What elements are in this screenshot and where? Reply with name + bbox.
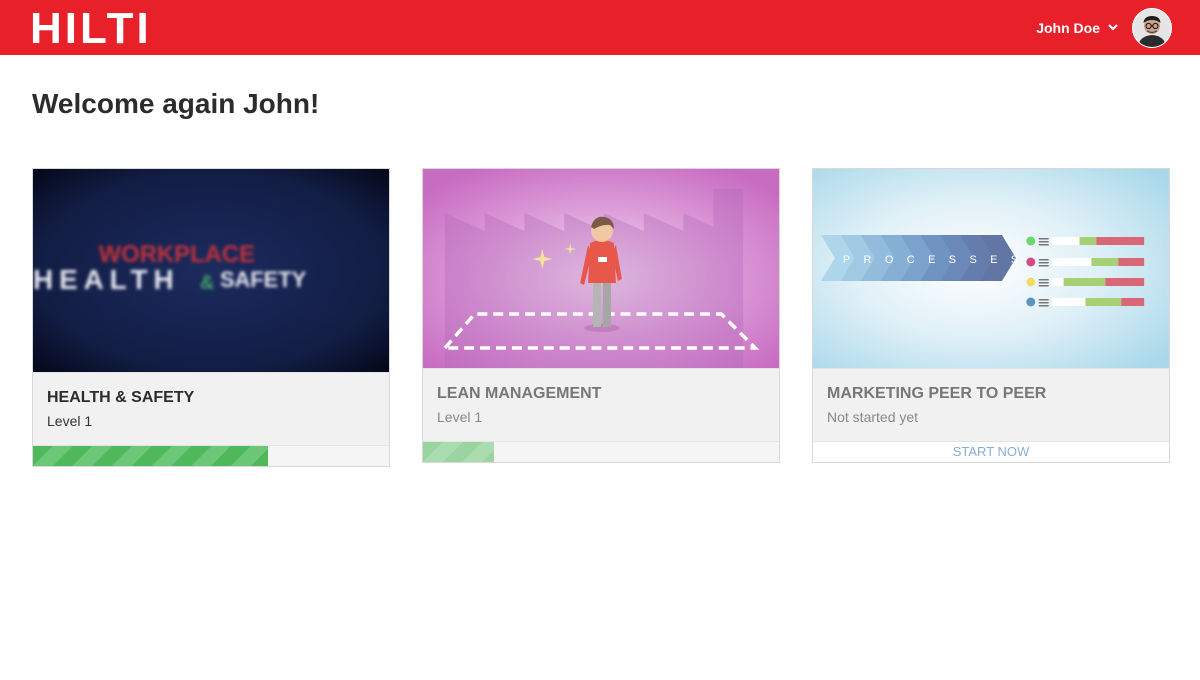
thumb-word-safety: SAFETY <box>220 267 307 292</box>
progress-fill <box>33 446 268 466</box>
course-level: Level 1 <box>437 409 483 425</box>
course-info: HEALTH & SAFETY Level 1 <box>33 372 389 445</box>
process-arrows: PROCESSES <box>820 235 1032 281</box>
course-level: Level 1 <box>47 413 93 429</box>
hilti-logo[interactable]: HILTI <box>30 8 280 48</box>
course-info: MARKETING PEER TO PEER Not started yet <box>813 368 1169 441</box>
progress-bar <box>33 445 389 466</box>
start-now-button[interactable]: START NOW <box>813 441 1169 462</box>
thumb-word-amp: & <box>200 272 214 294</box>
course-card-lean-management[interactable]: LEAN MANAGEMENT Level 1 <box>422 168 780 463</box>
lean-management-thumbnail[interactable] <box>423 169 779 368</box>
welcome-heading: Welcome again John! <box>32 88 320 119</box>
thumb-word-health: HEALTH <box>33 264 180 295</box>
avatar[interactable] <box>1132 7 1172 48</box>
top-bar: HILTI John Doe <box>0 0 1200 55</box>
progress-fill <box>423 442 495 462</box>
progress-bar <box>423 441 779 462</box>
processes-text: PROCESSES <box>843 254 1032 266</box>
chevron-down-icon[interactable] <box>1108 23 1118 32</box>
marketing-thumbnail[interactable]: PROCESSES <box>813 169 1169 368</box>
course-title[interactable]: LEAN MANAGEMENT <box>437 385 765 403</box>
brand-text: HILTI <box>30 8 152 48</box>
user-menu[interactable]: John Doe <box>1036 0 1200 55</box>
course-card-health-safety[interactable]: WORKPLACE HEALTH & SAFETY HEALTH & SAFET… <box>32 168 390 467</box>
course-info: LEAN MANAGEMENT Level 1 <box>423 368 779 441</box>
course-title[interactable]: HEALTH & SAFETY <box>47 389 375 407</box>
course-card-marketing-peer-to-peer[interactable]: PROCESSES MARKETING PEER TO PEER Not sta… <box>812 168 1170 463</box>
course-status: Not started yet <box>827 409 919 425</box>
course-title[interactable]: MARKETING PEER TO PEER <box>827 385 1155 403</box>
health-safety-thumbnail[interactable]: WORKPLACE HEALTH & SAFETY <box>33 169 389 372</box>
user-name[interactable]: John Doe <box>1036 20 1100 36</box>
